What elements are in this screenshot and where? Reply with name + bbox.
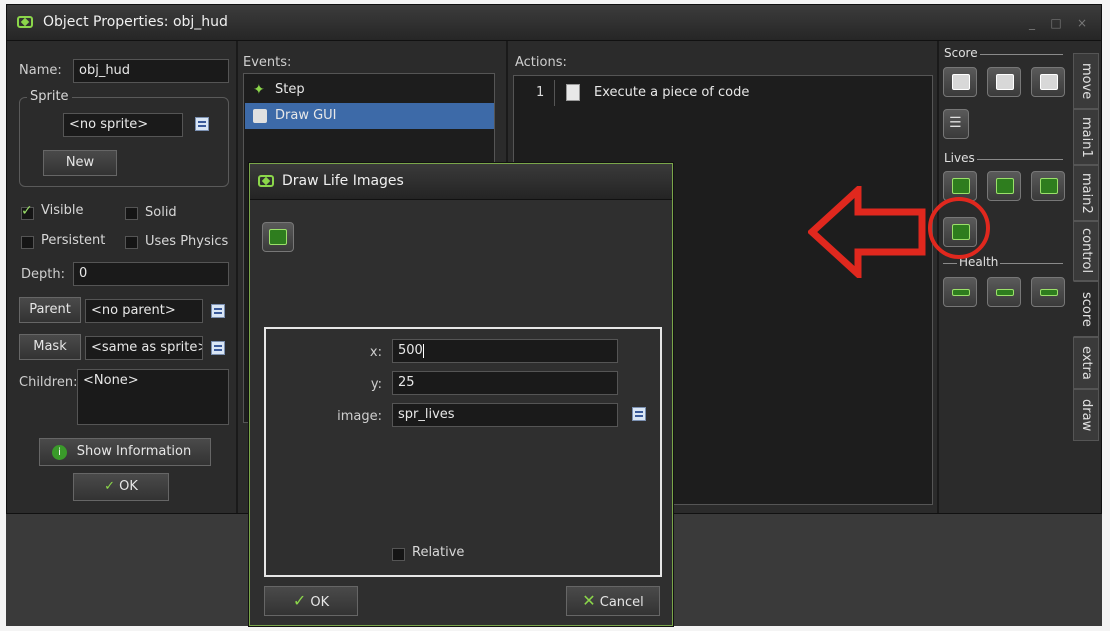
actions-label: Actions: bbox=[515, 55, 567, 70]
visible-checkmark-icon: ✓ bbox=[21, 203, 33, 219]
draw-score-icon[interactable] bbox=[1031, 67, 1065, 97]
event-item-draw-gui[interactable]: Draw GUI bbox=[245, 103, 494, 129]
dialog-cancel-label: Cancel bbox=[599, 595, 644, 610]
window-titlebar[interactable]: Object Properties: obj_hud _ □ × bbox=[7, 5, 1101, 41]
code-action-icon bbox=[566, 84, 580, 101]
gamemaker-logo-icon bbox=[258, 175, 274, 187]
maximize-icon[interactable]: □ bbox=[1049, 17, 1063, 29]
score-title: Score bbox=[942, 46, 980, 60]
parent-button[interactable]: Parent bbox=[19, 297, 81, 323]
show-information-button[interactable]: i Show Information bbox=[39, 438, 211, 466]
x-label: x: bbox=[369, 345, 382, 360]
show-information-label: Show Information bbox=[76, 444, 192, 459]
action-separator bbox=[554, 80, 555, 106]
ok-checkmark-icon: ✓ bbox=[292, 591, 307, 610]
tab-extra[interactable]: extra bbox=[1073, 337, 1099, 389]
test-health-icon[interactable] bbox=[987, 277, 1021, 307]
lives-title: Lives bbox=[942, 151, 977, 165]
properties-ok-button[interactable]: ✓ OK bbox=[73, 473, 169, 501]
depth-field[interactable]: 0 bbox=[73, 262, 229, 286]
annotation-arrow-icon bbox=[808, 186, 926, 278]
name-label: Name: bbox=[19, 63, 62, 78]
persistent-label: Persistent bbox=[41, 233, 106, 248]
parent-browse-icon[interactable] bbox=[211, 304, 225, 318]
sprite-group-title: Sprite bbox=[27, 89, 72, 104]
children-label: Children: bbox=[19, 375, 78, 390]
action-number: 1 bbox=[536, 85, 545, 100]
tab-control[interactable]: control bbox=[1073, 221, 1099, 281]
dialog-titlebar[interactable]: Draw Life Images bbox=[250, 164, 672, 200]
draw-event-icon bbox=[253, 109, 267, 123]
sprite-browse-icon[interactable] bbox=[195, 117, 209, 131]
info-icon: i bbox=[52, 445, 67, 460]
image-field[interactable]: spr_lives bbox=[392, 403, 618, 427]
dialog-ok-button[interactable]: ✓ OK bbox=[264, 586, 358, 616]
ok-checkmark-icon: ✓ bbox=[104, 479, 115, 494]
dialog-title: Draw Life Images bbox=[282, 173, 404, 189]
mask-browse-icon[interactable] bbox=[211, 341, 225, 355]
set-health-icon[interactable] bbox=[943, 277, 977, 307]
depth-label: Depth: bbox=[21, 267, 65, 282]
image-browse-icon[interactable] bbox=[632, 407, 646, 421]
relative-checkbox[interactable] bbox=[392, 548, 405, 561]
solid-label: Solid bbox=[145, 205, 177, 220]
panel-divider bbox=[937, 41, 939, 513]
tab-move[interactable]: move bbox=[1073, 53, 1099, 109]
dialog-arguments-panel: x: 500 y: 25 image: spr_lives Relative bbox=[264, 327, 662, 577]
tab-main1[interactable]: main1 bbox=[1073, 109, 1099, 165]
set-score-icon[interactable] bbox=[943, 67, 977, 97]
relative-label: Relative bbox=[412, 545, 465, 560]
persistent-checkbox[interactable] bbox=[21, 236, 34, 249]
properties-ok-label: OK bbox=[119, 479, 138, 494]
event-item-step[interactable]: ✦ Step bbox=[245, 77, 494, 103]
window-title: Object Properties: obj_hud bbox=[43, 14, 228, 30]
tab-main2[interactable]: main2 bbox=[1073, 165, 1099, 221]
parent-field[interactable]: <no parent> bbox=[85, 299, 203, 323]
new-sprite-button[interactable]: New bbox=[43, 150, 117, 176]
event-label: Step bbox=[275, 82, 305, 97]
highscore-list-icon[interactable]: ☰ bbox=[943, 109, 969, 139]
tab-score[interactable]: score bbox=[1073, 281, 1099, 337]
list-glyph: ☰ bbox=[949, 115, 962, 131]
action-label: Execute a piece of code bbox=[594, 85, 750, 100]
close-icon[interactable]: × bbox=[1075, 17, 1089, 29]
solid-checkbox[interactable] bbox=[125, 207, 138, 220]
annotation-circle bbox=[928, 197, 990, 259]
text-cursor bbox=[422, 343, 424, 358]
gamemaker-logo-icon bbox=[17, 16, 33, 28]
cancel-x-icon: ✕ bbox=[582, 591, 596, 610]
name-field[interactable]: obj_hud bbox=[73, 59, 229, 83]
draw-health-icon[interactable] bbox=[1031, 277, 1065, 307]
x-value: 500 bbox=[398, 343, 423, 358]
sprite-field[interactable]: <no sprite> bbox=[63, 113, 183, 137]
children-list[interactable]: <None> bbox=[77, 369, 229, 425]
visible-label: Visible bbox=[41, 203, 84, 218]
y-field[interactable]: 25 bbox=[392, 371, 618, 395]
mask-button[interactable]: Mask bbox=[19, 334, 81, 360]
action-type-icon bbox=[262, 222, 294, 252]
dialog-ok-label: OK bbox=[310, 595, 330, 610]
event-label: Draw GUI bbox=[275, 108, 337, 123]
test-score-icon[interactable] bbox=[987, 67, 1021, 97]
action-row[interactable]: 1 Execute a piece of code bbox=[514, 80, 932, 106]
image-label: image: bbox=[337, 409, 382, 424]
panel-divider bbox=[236, 41, 238, 513]
dialog-cancel-button[interactable]: ✕ Cancel bbox=[566, 586, 660, 616]
x-field[interactable]: 500 bbox=[392, 339, 618, 363]
physics-checkbox[interactable] bbox=[125, 236, 138, 249]
tab-draw[interactable]: draw bbox=[1073, 389, 1099, 441]
draw-life-images-dialog: Draw Life Images x: 500 y: 25 image: spr… bbox=[249, 163, 673, 626]
draw-lives-icon[interactable] bbox=[1031, 171, 1065, 201]
mask-field[interactable]: <same as sprite> bbox=[85, 336, 203, 360]
y-label: y: bbox=[370, 377, 382, 392]
test-lives-icon[interactable] bbox=[987, 171, 1021, 201]
events-label: Events: bbox=[243, 55, 292, 70]
physics-label: Uses Physics bbox=[145, 234, 229, 249]
step-event-icon: ✦ bbox=[253, 82, 265, 98]
minimize-icon[interactable]: _ bbox=[1025, 17, 1039, 29]
